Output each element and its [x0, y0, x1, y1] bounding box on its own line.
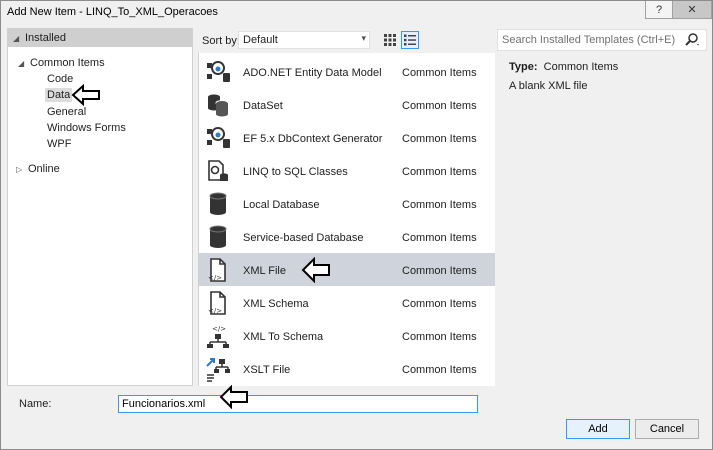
title-bar: Add New Item - LINQ_To_XML_Operacoes ? ✕: [1, 1, 712, 23]
template-list: ADO.NET Entity Data Model Common Items D…: [198, 53, 495, 386]
xml-file-icon: </>: [208, 258, 226, 282]
linq-to-sql-icon: [208, 160, 228, 181]
xslt-file-icon: [206, 358, 230, 382]
annotation-arrow-icon: [71, 84, 100, 106]
tree-item-data[interactable]: Data: [45, 88, 73, 102]
xml-to-schema-icon: </>: [207, 325, 229, 348]
tree-item-wpf[interactable]: WPF: [47, 138, 71, 150]
dbcontext-generator-icon: [207, 127, 230, 148]
template-item-dataset[interactable]: DataSet Common Items: [199, 88, 495, 121]
xml-schema-icon: </>: [208, 291, 226, 315]
tree-item-installed[interactable]: ◢ Installed: [8, 29, 192, 47]
database-icon: [209, 225, 227, 248]
cancel-button[interactable]: Cancel: [635, 419, 699, 439]
medium-icons-view-button[interactable]: [381, 31, 399, 49]
dataset-icon: [208, 94, 229, 117]
annotation-arrow-icon: [219, 385, 248, 409]
add-new-item-dialog: Add New Item - LINQ_To_XML_Operacoes ? ✕…: [0, 0, 713, 450]
svg-text:</>: </>: [208, 307, 222, 315]
expanded-arrow-icon: ◢: [13, 34, 20, 43]
template-item-xml-file[interactable]: </> XML File Common Items: [199, 253, 495, 286]
list-view-icon: [404, 34, 416, 46]
close-button[interactable]: ✕: [672, 1, 712, 19]
tree-item-code[interactable]: Code: [47, 73, 73, 85]
details-description: A blank XML file: [509, 80, 588, 92]
template-category-tree: ◢ Installed ◢ Common Items Code Data Gener…: [7, 28, 193, 386]
template-item-xslt-file[interactable]: XSLT File Common Items: [199, 352, 495, 385]
tree-item-common-items[interactable]: ◢ Common Items: [18, 57, 105, 69]
template-toolbar: Sort by: Default ▾: [198, 29, 495, 51]
collapsed-arrow-icon: ▷: [16, 165, 23, 174]
tree-item-general[interactable]: General: [47, 106, 86, 118]
details-type: Type: Common Items: [509, 61, 619, 73]
add-button[interactable]: Add: [566, 419, 630, 439]
search-templates-input[interactable]: Search Installed Templates (Ctrl+E): [497, 29, 707, 51]
expanded-arrow-icon: ◢: [18, 59, 25, 68]
name-label: Name:: [19, 398, 52, 410]
search-icon[interactable]: [684, 33, 700, 50]
svg-text:</>: </>: [212, 325, 226, 333]
template-item-xml-schema[interactable]: </> XML Schema Common Items: [199, 286, 495, 319]
sort-by-label: Sort by:: [202, 35, 240, 47]
template-details-panel: Search Installed Templates (Ctrl+E) Type…: [497, 29, 707, 386]
svg-text:</>: </>: [208, 274, 222, 282]
template-item-ef-dbcontext-generator[interactable]: EF 5.x DbContext Generator Common Items: [199, 121, 495, 154]
template-item-local-database[interactable]: Local Database Common Items: [199, 187, 495, 220]
template-item-xml-to-schema[interactable]: </> XML To Schema Common Items: [199, 319, 495, 352]
sort-by-select[interactable]: Default ▾: [238, 31, 370, 49]
database-icon: [209, 192, 227, 215]
tree-item-online[interactable]: ▷ Online: [16, 163, 60, 175]
help-button[interactable]: ?: [645, 1, 673, 19]
tree-item-windows-forms[interactable]: Windows Forms: [47, 122, 126, 134]
template-item-linq-to-sql-classes[interactable]: LINQ to SQL Classes Common Items: [199, 154, 495, 187]
small-icons-view-button[interactable]: [401, 31, 419, 49]
template-item-ado-net-entity-data-model[interactable]: ADO.NET Entity Data Model Common Items: [199, 55, 495, 88]
annotation-arrow-icon: [301, 257, 330, 283]
help-icon: ?: [655, 3, 663, 16]
entity-model-icon: [207, 61, 230, 82]
window-title: Add New Item - LINQ_To_XML_Operacoes: [7, 6, 218, 18]
name-input[interactable]: [118, 395, 478, 413]
close-icon: ✕: [687, 4, 697, 16]
template-item-service-based-database[interactable]: Service-based Database Common Items: [199, 220, 495, 253]
dropdown-arrow-icon: ▾: [361, 33, 366, 43]
grid-view-icon: [384, 34, 396, 46]
